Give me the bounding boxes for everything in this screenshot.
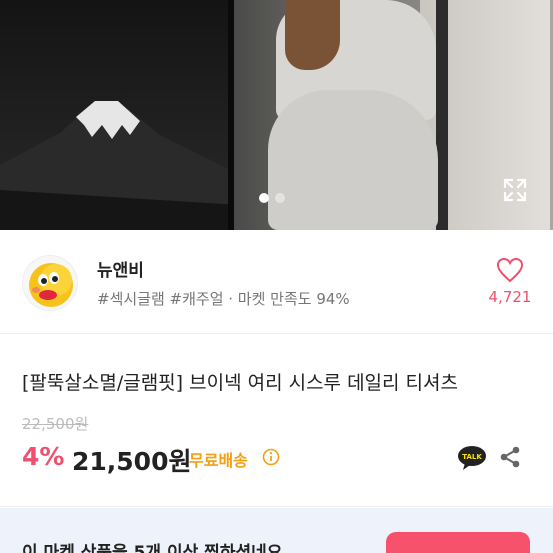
kakao-talk-icon[interactable]: TALK	[457, 445, 487, 471]
share-icon[interactable]	[498, 445, 522, 469]
carousel-dot-active[interactable]	[259, 193, 269, 203]
original-price: 22,500원	[22, 415, 89, 433]
carousel-indicator	[259, 193, 285, 203]
seller-logo	[29, 263, 73, 307]
free-shipping-label: 무료배송	[189, 451, 248, 470]
heart-icon[interactable]	[496, 257, 524, 283]
like-count: 4,721	[488, 288, 532, 306]
banner-button[interactable]	[386, 532, 530, 553]
discount-rate: 4%	[22, 442, 65, 471]
seller-tags: #섹시글램 #캐주얼 · 마켓 만족도 94%	[97, 290, 350, 308]
product-info: [팔뚝살소멸/글램핏] 브이넥 여리 시스루 데일리 티셔츠 22,500원 4…	[0, 335, 553, 507]
wishlist-banner: 이 마켓 상품을 5개 이상 찜하셨네요	[0, 508, 553, 553]
sale-price: 21,500원	[72, 447, 192, 476]
seller-name[interactable]: 뉴앤비	[97, 256, 144, 281]
seller-avatar[interactable]	[22, 255, 78, 311]
banner-text: 이 마켓 상품을 5개 이상 찜하셨네요	[22, 543, 283, 553]
info-icon[interactable]	[262, 448, 280, 466]
carousel-dot[interactable]	[275, 193, 285, 203]
model-hair	[285, 0, 340, 70]
product-title: [팔뚝살소멸/글램핏] 브이넥 여리 시스루 데일리 티셔츠	[22, 372, 458, 394]
expand-icon[interactable]	[502, 177, 528, 203]
talk-label: TALK	[462, 453, 482, 461]
seller-section[interactable]: 뉴앤비 #섹시글램 #캐주얼 · 마켓 만족도 94% 4,721	[0, 230, 553, 334]
model-pants	[268, 90, 438, 230]
product-image-carousel[interactable]	[0, 0, 553, 230]
mountain-illustration	[0, 101, 240, 230]
